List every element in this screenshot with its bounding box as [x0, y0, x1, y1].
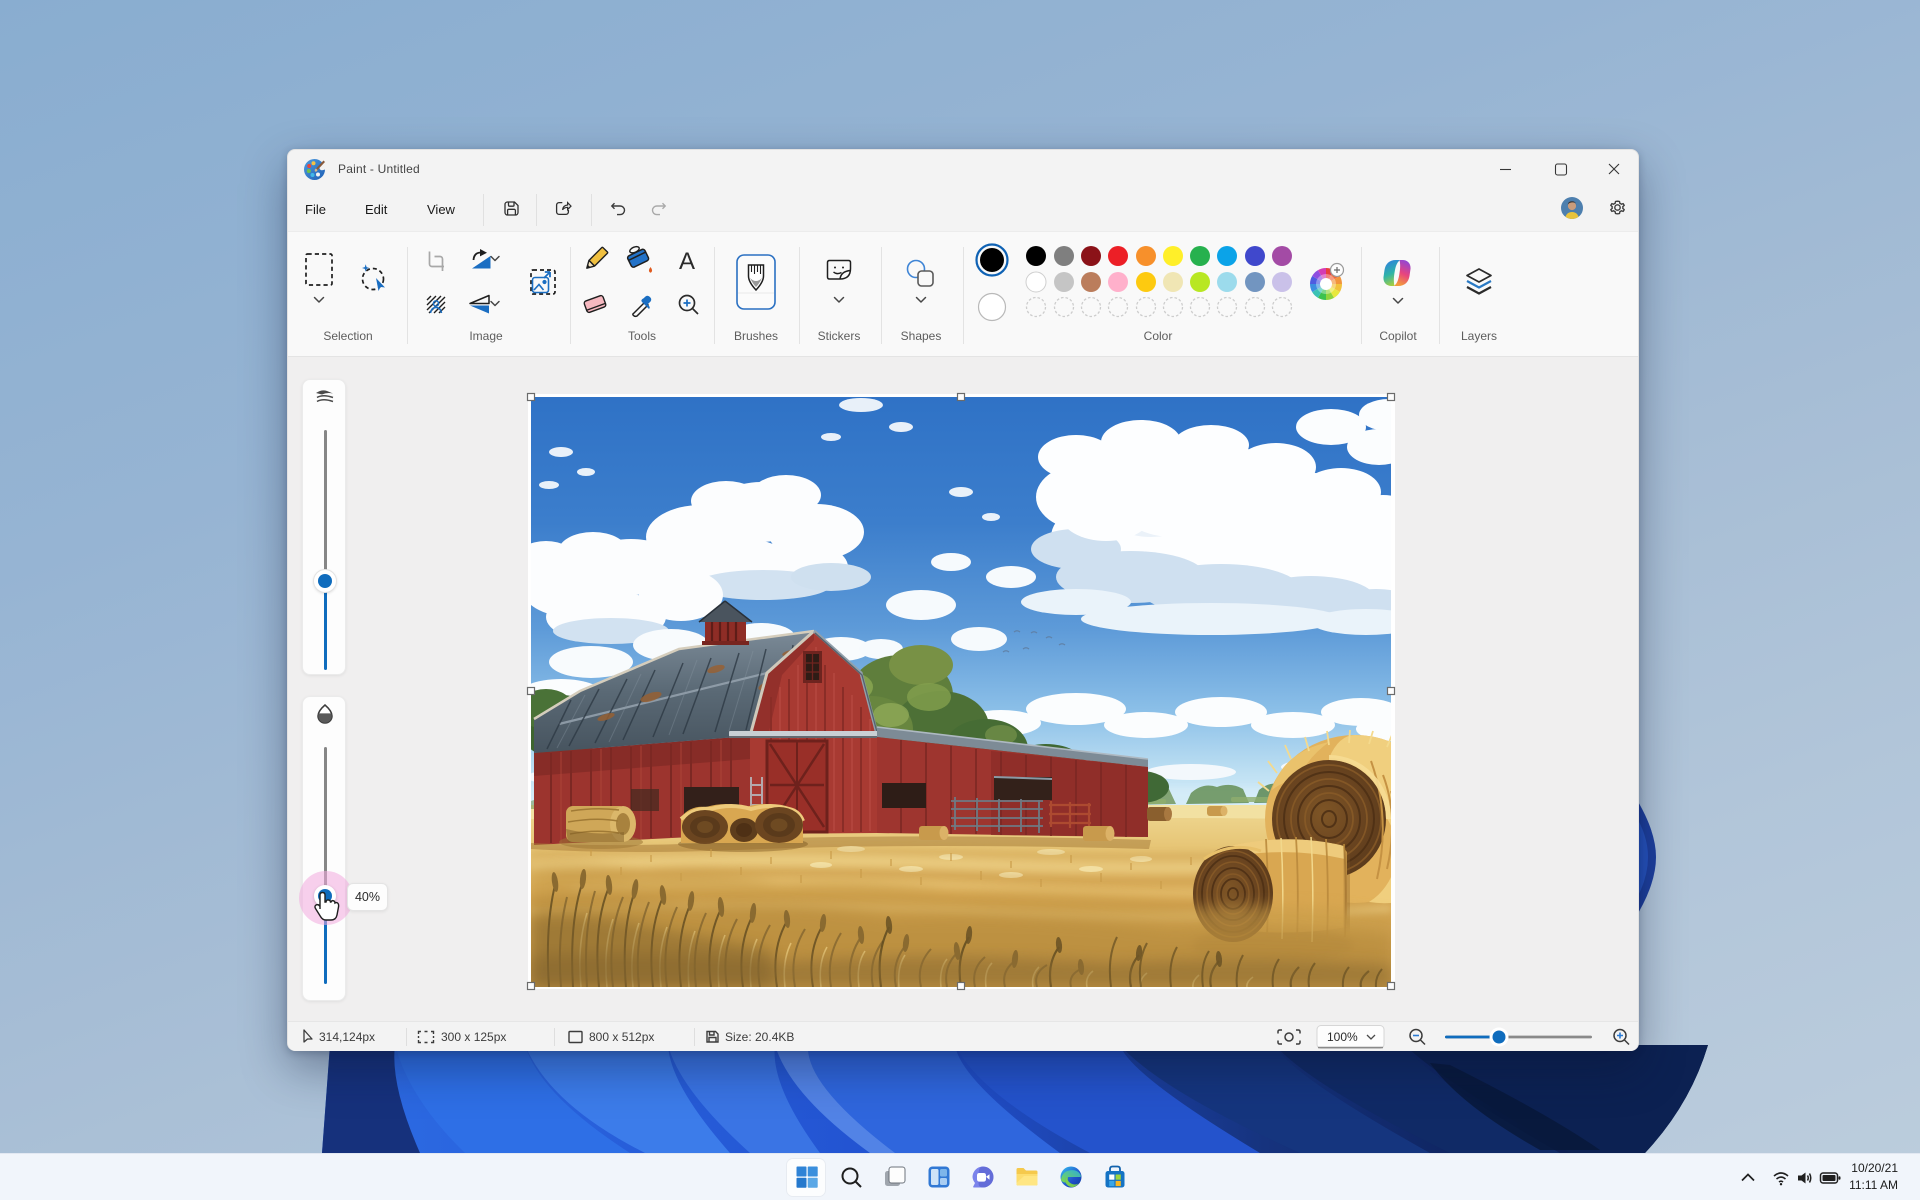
svg-text:Selection: Selection	[323, 329, 372, 343]
svg-text:Size: 20.4KB: Size: 20.4KB	[725, 1030, 794, 1044]
svg-text:300 x 125px: 300 x 125px	[441, 1030, 506, 1044]
svg-text:314,124px: 314,124px	[319, 1030, 375, 1044]
svg-text:.: .	[1629, 1041, 1630, 1043]
svg-text:Copilot: Copilot	[1379, 329, 1417, 343]
svg-text:Stickers: Stickers	[818, 329, 861, 343]
svg-text:A: A	[679, 248, 695, 275]
svg-text:Tools: Tools	[628, 329, 656, 343]
svg-text:Color: Color	[1144, 329, 1173, 343]
svg-text:100%: 100%	[1327, 1030, 1358, 1044]
svg-text:Shapes: Shapes	[901, 329, 942, 343]
svg-text:800 x 512px: 800 x 512px	[589, 1030, 654, 1044]
svg-text:Brushes: Brushes	[734, 329, 778, 343]
svg-text:Layers: Layers	[1461, 329, 1497, 343]
svg-text:Image: Image	[469, 329, 503, 343]
